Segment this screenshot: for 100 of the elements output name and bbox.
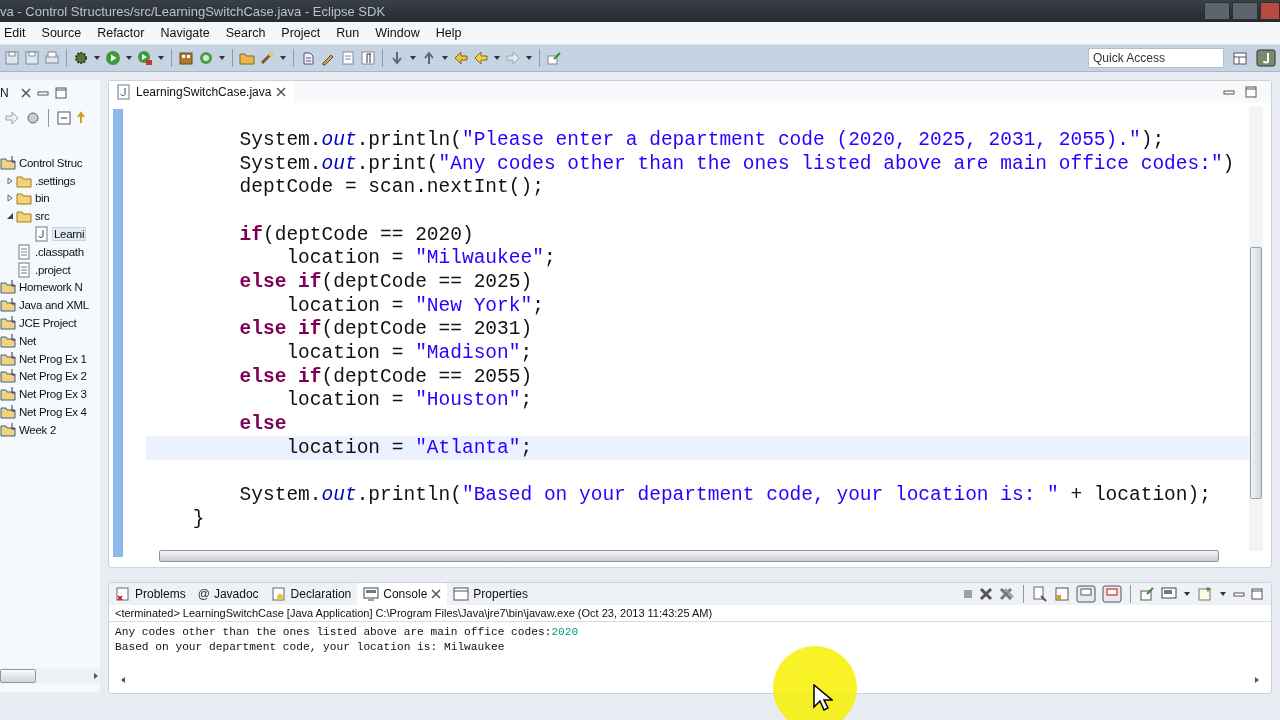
tree-item[interactable]: JCE Project (18, 317, 78, 330)
open-perspective-icon[interactable] (1232, 50, 1248, 66)
menu-item[interactable]: Refactor (89, 26, 153, 40)
close-icon[interactable] (20, 88, 31, 98)
caret-icon[interactable] (441, 54, 449, 62)
scroll-lock-icon[interactable] (1054, 586, 1070, 602)
open-console-icon[interactable] (1139, 586, 1155, 602)
console-tab[interactable]: @ Javadoc (191, 583, 265, 605)
console-tab[interactable]: Console (357, 583, 448, 605)
up-arrow-icon[interactable] (421, 50, 437, 66)
caret-icon[interactable] (125, 54, 133, 62)
scroll-left-icon[interactable] (119, 676, 127, 684)
tree-item[interactable]: Homework N (18, 281, 84, 294)
panel-tab[interactable]: N (0, 86, 9, 100)
minimize-icon[interactable] (1233, 589, 1245, 599)
document-icon[interactable] (340, 50, 356, 66)
console-tab[interactable]: Declaration (264, 583, 358, 605)
remove-icon[interactable] (979, 587, 993, 601)
remove-all-icon[interactable] (999, 587, 1015, 601)
pin-icon[interactable] (546, 50, 562, 66)
menu-item[interactable]: Edit (0, 26, 34, 40)
menu-item[interactable]: Search (217, 26, 274, 40)
tree-item[interactable]: Control Struc (18, 156, 84, 169)
console-tab[interactable]: Problems (109, 583, 192, 605)
caret-icon[interactable] (218, 54, 226, 62)
tree-item[interactable]: Net Prog Ex 1 (18, 352, 88, 365)
caret-icon[interactable] (279, 54, 287, 62)
paragraph-icon[interactable] (360, 50, 376, 66)
link-icon[interactable] (77, 111, 85, 125)
horizontal-scrollbar[interactable] (159, 549, 1219, 563)
code-line: location = "Milwaukee"; (285, 247, 556, 270)
maximize-icon[interactable] (54, 87, 67, 99)
play-icon[interactable] (137, 50, 153, 66)
collapsed-arrow-icon[interactable] (6, 176, 14, 185)
vertical-scrollbar[interactable] (1249, 107, 1263, 551)
tree-item[interactable]: bin (34, 192, 51, 205)
tree-item[interactable]: Learni (52, 227, 87, 242)
save-icon[interactable] (4, 50, 20, 66)
caret-icon[interactable] (157, 54, 165, 62)
expanded-arrow-icon[interactable] (6, 212, 14, 221)
maximize-icon[interactable] (1245, 86, 1257, 98)
file-icon (16, 243, 32, 260)
forward-arrow-icon[interactable] (4, 111, 20, 125)
pin-console-icon[interactable] (1076, 585, 1096, 603)
minimize-icon[interactable] (1223, 87, 1235, 97)
collapse-all-icon[interactable] (57, 111, 71, 125)
menu-item[interactable]: Help (427, 26, 470, 40)
new-console-icon[interactable] (1197, 586, 1213, 602)
java-perspective-icon[interactable] (1256, 49, 1276, 67)
caret-icon[interactable] (1183, 590, 1191, 598)
tree-item[interactable]: Java and XML (18, 299, 90, 312)
close-button[interactable] (1260, 2, 1280, 20)
close-icon[interactable] (276, 87, 287, 97)
caret-icon[interactable] (1219, 590, 1227, 598)
menu-item[interactable]: Navigate (152, 26, 218, 40)
tree-item[interactable]: Net Prog Ex 2 (18, 370, 88, 383)
tree-item[interactable]: Net Prog Ex 4 (18, 406, 88, 419)
menu-item[interactable]: Window (367, 26, 428, 40)
tree-item[interactable]: .classpath (34, 245, 85, 258)
tree-item[interactable]: src (34, 210, 51, 223)
caret-icon[interactable] (93, 54, 101, 62)
menu-item[interactable]: Source (33, 26, 90, 40)
editor-tab[interactable]: LearningSwitchCase.java (109, 81, 295, 103)
package-icon[interactable] (178, 50, 194, 66)
caret-icon[interactable] (525, 54, 533, 62)
display-icon[interactable] (1161, 586, 1177, 602)
tree-item[interactable]: Net (18, 334, 37, 347)
caret-icon[interactable] (493, 54, 501, 62)
filter-icon[interactable] (26, 111, 40, 125)
quick-access-field[interactable]: Quick Access (1088, 48, 1224, 68)
printer-icon[interactable] (44, 50, 60, 66)
gear-icon[interactable] (73, 50, 89, 66)
clear-console-icon[interactable] (1032, 586, 1048, 602)
minimize-icon[interactable] (36, 88, 49, 98)
folder-icon[interactable] (239, 50, 255, 66)
project-folder-icon (0, 297, 16, 314)
wand-icon[interactable] (259, 50, 275, 66)
tree-item[interactable]: .settings (34, 174, 77, 187)
close-icon[interactable] (431, 589, 442, 599)
code-line: System.out.println("Please enter a department code (2020, 2025, 2031, 2055)."); (238, 128, 1165, 151)
restore-button[interactable] (1232, 2, 1258, 20)
tree-item[interactable]: Net Prog Ex 3 (18, 388, 88, 401)
tree-item[interactable]: Week 2 (18, 423, 57, 436)
minimize-button[interactable] (1204, 2, 1230, 20)
word-wrap-icon[interactable] (1102, 585, 1122, 603)
menu-item[interactable]: Project (273, 26, 329, 40)
tree-item[interactable]: .project (34, 263, 72, 276)
save-icon[interactable] (24, 50, 40, 66)
scroll-right-icon[interactable] (92, 672, 100, 680)
console-tab[interactable]: Properties (447, 583, 534, 605)
code-line: else (238, 413, 287, 436)
annotation-icon[interactable] (300, 50, 316, 66)
caret-icon[interactable] (409, 54, 417, 62)
scroll-right-icon[interactable] (1253, 676, 1261, 684)
maximize-icon[interactable] (1251, 588, 1263, 600)
down-arrow-icon[interactable] (389, 50, 405, 66)
collapsed-arrow-icon[interactable] (6, 194, 14, 203)
horizontal-scrollbar[interactable] (0, 668, 100, 684)
stop-icon[interactable] (963, 589, 973, 599)
menu-item[interactable]: Run (328, 26, 368, 40)
